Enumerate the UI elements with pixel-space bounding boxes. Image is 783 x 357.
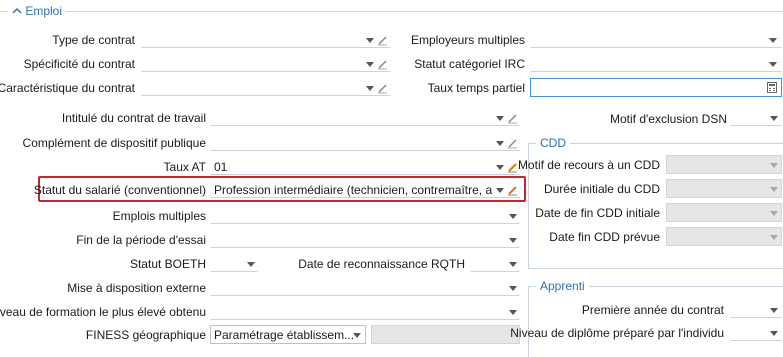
statut-irc-label: Statut catégoriel IRC [414, 57, 525, 71]
chevron-down-icon [496, 116, 504, 121]
chevron-down-icon [353, 333, 361, 338]
taux-at-select[interactable]: 01 [210, 158, 520, 175]
taux-temps-input[interactable] [530, 78, 782, 97]
statut-salarie-select[interactable]: Profession intermédiaire (technicien, co… [210, 181, 520, 198]
pencil-icon[interactable] [507, 184, 519, 196]
finess-detail-field [371, 325, 520, 344]
emplois-multiples-select[interactable] [210, 207, 520, 224]
collapse-chevron-icon[interactable] [12, 4, 22, 18]
intitule-select[interactable] [210, 109, 520, 126]
chevron-down-icon [770, 308, 778, 313]
cdd-date-fin-initiale-label: Date de fin CDD initiale [535, 206, 660, 220]
caracteristique-label: Caractéristique du contrat [0, 81, 135, 95]
chevron-down-icon [770, 187, 778, 192]
chevron-down-icon [770, 331, 778, 336]
cdd-title: CDD [536, 136, 570, 150]
complement-label: Complément de dispositif publique [22, 136, 206, 150]
chevron-down-icon [366, 38, 374, 43]
pencil-icon[interactable] [377, 34, 389, 46]
type-contrat-label: Type de contrat [52, 33, 135, 47]
fin-periode-select[interactable] [210, 231, 520, 248]
apprenti-group [528, 286, 783, 357]
chevron-down-icon [509, 262, 517, 267]
date-rqth-select[interactable] [470, 255, 520, 272]
caracteristique-select[interactable] [141, 79, 391, 96]
premiere-annee-select[interactable] [730, 301, 782, 318]
mise-disposition-select[interactable] [210, 279, 520, 296]
specificite-label: Spécificité du contrat [23, 57, 135, 71]
chevron-down-icon [509, 238, 517, 243]
mise-disposition-label: Mise à disposition externe [67, 281, 206, 295]
emploi-title: Emploi [25, 4, 63, 18]
specificite-select[interactable] [141, 55, 391, 72]
cdd-date-fin-prevue-label: Date fin CDD prévue [549, 230, 660, 244]
statut-salarie-value: Profession intermédiaire (technicien, co… [214, 183, 492, 197]
pencil-icon[interactable] [507, 112, 519, 124]
statut-irc-select[interactable] [530, 55, 782, 72]
date-rqth-label: Date de reconnaissance RQTH [298, 257, 465, 271]
statut-salarie-label: Statut du salarié (conventionnel) [33, 183, 206, 197]
chevron-down-icon [770, 211, 778, 216]
premiere-annee-label: Première année du contrat [581, 303, 724, 317]
chevron-down-icon [770, 116, 778, 121]
apprenti-title: Apprenti [536, 279, 589, 293]
complement-select[interactable] [210, 134, 520, 151]
cdd-motif-label: Motif de recours à un CDD [517, 158, 660, 172]
taux-at-label: Taux AT [163, 160, 206, 174]
cdd-date-fin-initiale-select[interactable] [666, 203, 782, 222]
motif-exclusion-select[interactable] [730, 109, 782, 126]
taux-at-value: 01 [214, 160, 228, 174]
niveau-diplome-label: Niveau de diplôme préparé par l'individu [510, 326, 724, 340]
chevron-down-icon [247, 262, 255, 267]
cdd-duree-label: Durée initiale du CDD [543, 182, 660, 196]
type-contrat-select[interactable] [141, 31, 391, 48]
chevron-down-icon [496, 165, 504, 170]
niveau-formation-label: Niveau de formation le plus élevé obtenu [0, 305, 206, 319]
cdd-duree-select[interactable] [666, 179, 782, 198]
employeurs-select[interactable] [530, 31, 782, 48]
finess-select[interactable]: Paramétrage établissem... [210, 325, 366, 344]
chevron-down-icon [509, 310, 517, 315]
chevron-down-icon [366, 86, 374, 91]
chevron-down-icon [366, 62, 374, 67]
statut-boeth-select[interactable] [210, 255, 258, 272]
intitule-label: Intitulé du contrat de travail [61, 111, 206, 125]
fin-periode-label: Fin de la période d'essai [76, 233, 206, 247]
chevron-down-icon [509, 214, 517, 219]
cdd-motif-select[interactable] [666, 155, 782, 174]
pencil-icon[interactable] [507, 137, 519, 149]
finess-label: FINESS géographique [85, 328, 206, 342]
emploi-legend[interactable]: Emploi [8, 4, 67, 18]
pencil-icon[interactable] [377, 58, 389, 70]
chevron-down-icon [769, 62, 777, 67]
chevron-down-icon [496, 141, 504, 146]
chevron-down-icon [769, 38, 777, 43]
pencil-icon[interactable] [377, 82, 389, 94]
chevron-down-icon [496, 188, 504, 193]
calculator-icon[interactable] [767, 82, 777, 93]
cdd-date-fin-prevue-select[interactable] [666, 227, 782, 246]
chevron-down-icon [770, 163, 778, 168]
employeurs-label: Employeurs multiples [410, 33, 525, 47]
chevron-down-icon [770, 235, 778, 240]
niveau-formation-select[interactable] [210, 303, 520, 320]
emplois-multiples-label: Emplois multiples [112, 209, 206, 223]
niveau-diplome-select[interactable] [730, 324, 782, 341]
chevron-down-icon [509, 286, 517, 291]
taux-temps-label: Taux temps partiel [427, 81, 525, 95]
statut-boeth-label: Statut BOETH [129, 257, 206, 271]
motif-exclusion-label: Motif d'exclusion DSN [610, 112, 727, 126]
finess-value: Paramétrage établissem... [214, 328, 355, 342]
